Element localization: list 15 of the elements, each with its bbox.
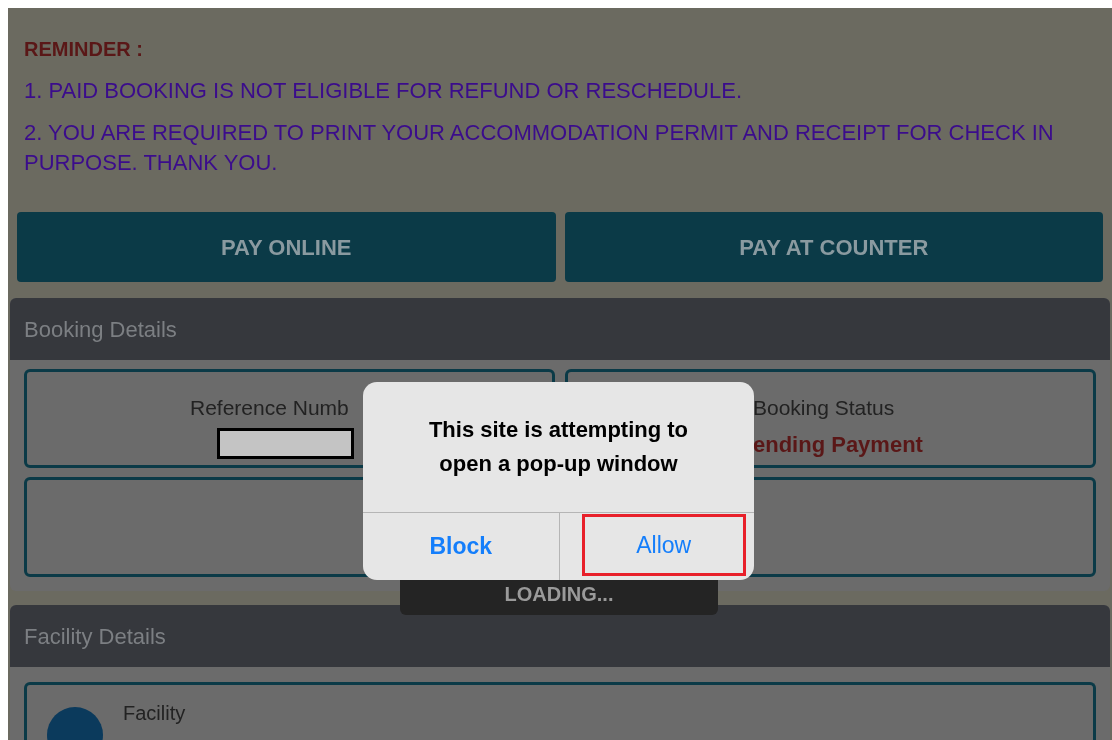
loading-text: LOADING...	[504, 582, 614, 607]
dialog-button[interactable]: Allow	[581, 514, 746, 576]
panel-title: Facility Details	[24, 622, 166, 651]
panel-title: Booking Details	[24, 315, 177, 344]
dialog-button[interactable]: Block	[363, 513, 559, 580]
pay-button[interactable]: PAY AT COUNTER	[564, 212, 1103, 282]
dialog-message: This site is attempting to open a pop-up window	[427, 416, 690, 478]
reminder-text: 1. PAID BOOKING IS NOT ELIGIBLE FOR REFUND OR RESCHEDULE.	[24, 77, 743, 105]
status-label: Booking Status	[753, 395, 896, 421]
reference-label: Reference Numb	[190, 395, 350, 421]
facility-label: Facility	[123, 703, 186, 723]
reminder-text: 2. YOU ARE REQUIRED TO PRINT YOUR ACCOMMODATION PERMIT AND RECEIPT FOR CHECK IN PURPOSE. THANK YOU.	[24, 119, 1055, 177]
pay-button[interactable]: PAY ONLINE	[17, 212, 556, 282]
status-value: ending Payment	[753, 430, 924, 459]
reminder-title: REMINDER :	[24, 37, 144, 62]
